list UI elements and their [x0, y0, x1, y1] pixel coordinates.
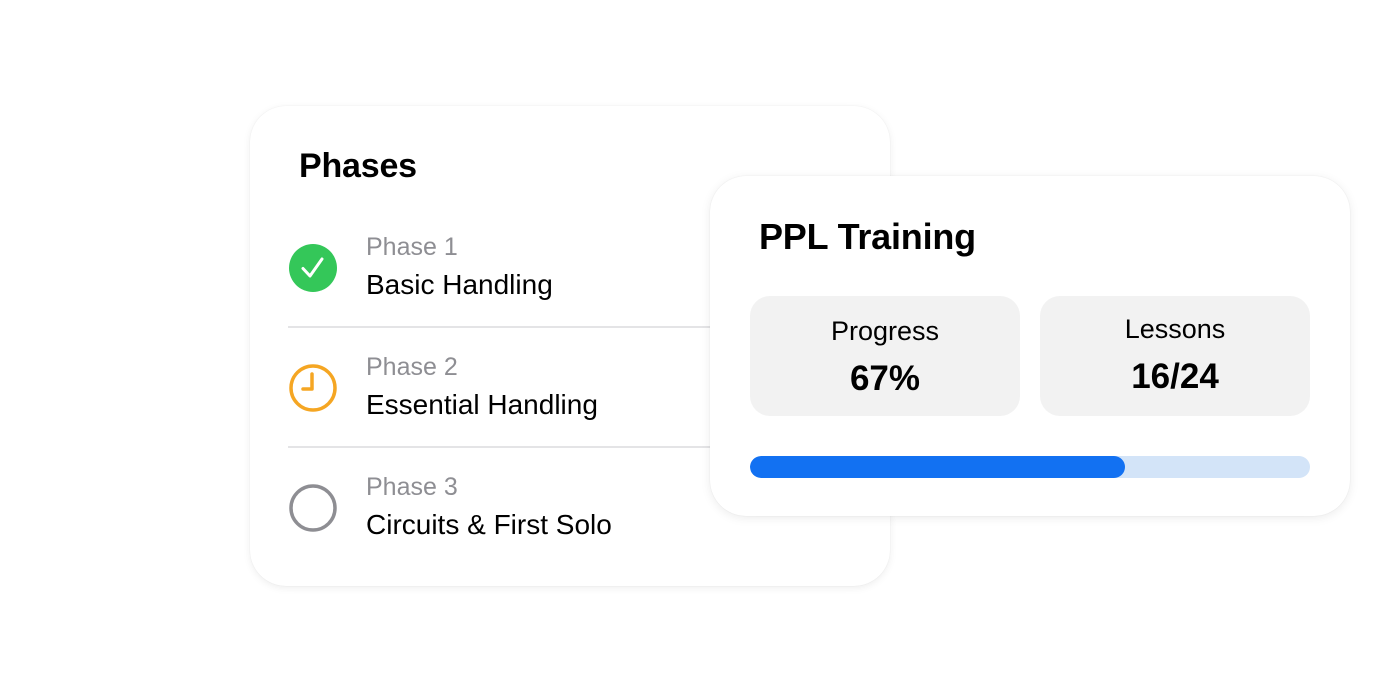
progress-bar-fill — [750, 456, 1126, 478]
phase-name: Basic Handling — [366, 269, 553, 300]
progress-stat: Progress 67% — [750, 296, 1020, 416]
clock-icon — [288, 363, 338, 413]
lessons-label: Lessons — [1124, 314, 1226, 344]
progress-bar — [750, 456, 1310, 478]
empty-circle-icon — [288, 483, 338, 533]
training-title: PPL Training — [759, 216, 976, 257]
phase-number: Phase 2 — [366, 353, 458, 381]
progress-label: Progress — [830, 316, 940, 346]
phase-number: Phase 1 — [366, 233, 458, 261]
lessons-value: 16/24 — [1131, 357, 1219, 396]
lessons-stat: Lessons 16/24 — [1040, 296, 1310, 416]
stage: Phases Phase 1 Basic Handling Phase 2 Es… — [0, 0, 1400, 700]
phases-title: Phases — [299, 147, 417, 185]
training-card: PPL Training Progress 67% Lessons 16/24 — [710, 176, 1350, 516]
checkmark-circle-icon — [288, 243, 338, 293]
progress-value: 67% — [849, 359, 921, 398]
phase-name: Essential Handling — [366, 389, 598, 420]
phase-name: Circuits & First Solo — [366, 509, 612, 540]
phase-number: Phase 3 — [366, 473, 458, 501]
